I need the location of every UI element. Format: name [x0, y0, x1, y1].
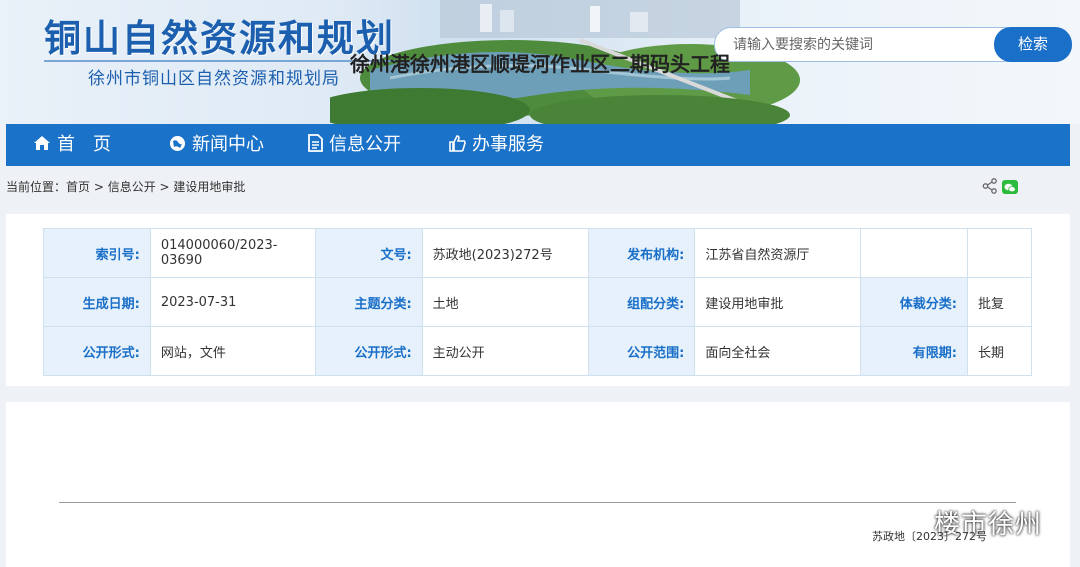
meta-label: 生成日期:: [43, 277, 151, 327]
document-icon: [308, 134, 323, 152]
meta-empty-cell: [966, 228, 1033, 278]
breadcrumb-info-public[interactable]: 信息公开: [108, 180, 156, 194]
share-icon[interactable]: [982, 178, 998, 194]
meta-value: 苏政地(2023)272号: [421, 228, 589, 278]
meta-value: 2023-07-31: [149, 277, 316, 327]
meta-label: 公开形式:: [43, 326, 151, 376]
title-divider: [59, 502, 1016, 503]
meta-value: 江苏省自然资源厅: [694, 228, 862, 278]
meta-label: 体裁分类:: [860, 277, 968, 327]
meta-label: 组配分类:: [587, 277, 696, 327]
thumbs-up-icon: [449, 134, 466, 152]
meta-empty-cell: [860, 228, 968, 278]
meta-label: 主题分类:: [314, 277, 423, 327]
breadcrumb: 当前位置：首页 > 信息公开 > 建设用地审批: [6, 178, 245, 195]
table-row: 生成日期: 2023-07-31 主题分类: 土地 组配分类: 建设用地审批 体…: [43, 277, 1033, 327]
nav-label: 信息公开: [329, 134, 401, 155]
meta-value: 土地: [421, 277, 589, 327]
nav-label: 首 页: [57, 134, 111, 155]
meta-label: 公开范围:: [587, 326, 696, 376]
meta-value: 建设用地审批: [694, 277, 862, 327]
meta-value: 网站，文件: [149, 326, 316, 376]
meta-value: 长期: [966, 326, 1033, 376]
wechat-icon[interactable]: [1002, 180, 1018, 194]
breadcrumb-prefix: 当前位置：: [6, 180, 67, 194]
nav-label: 办事服务: [472, 134, 544, 155]
meta-label: 公开形式:: [314, 326, 423, 376]
breadcrumb-home[interactable]: 首页: [66, 180, 90, 194]
globe-icon: [170, 135, 185, 151]
nav-item-home[interactable]: 首 页: [33, 124, 111, 166]
meta-value: 批复: [966, 277, 1033, 327]
metadata-card: 索引号: 014000060/2023-03690 文号: 苏政地(2023)2…: [6, 214, 1070, 386]
nav-item-news[interactable]: 新闻中心: [169, 124, 264, 166]
breadcrumb-current: 建设用地审批: [173, 180, 246, 194]
meta-label: 发布机构:: [587, 228, 696, 278]
meta-label: 索引号:: [43, 228, 151, 278]
home-icon: [34, 136, 50, 150]
nav-item-info-public[interactable]: 信息公开: [308, 124, 401, 166]
meta-label: 文号:: [314, 228, 423, 278]
table-row: 索引号: 014000060/2023-03690 文号: 苏政地(2023)2…: [43, 228, 1033, 278]
meta-value: 014000060/2023-03690: [149, 228, 316, 278]
table-row: 公开形式: 网站，文件 公开形式: 主动公开 公开范围: 面向全社会 有限期: …: [43, 326, 1033, 376]
meta-value: 面向全社会: [694, 326, 862, 376]
breadcrumb-sep: >: [90, 180, 108, 194]
nav-item-services[interactable]: 办事服务: [449, 124, 544, 166]
main-nav: 首 页 新闻中心 信息公开 办事服务: [6, 124, 1070, 166]
metadata-table: 索引号: 014000060/2023-03690 文号: 苏政地(2023)2…: [43, 228, 1033, 376]
meta-label: 有限期:: [860, 326, 968, 376]
breadcrumb-sep: >: [155, 180, 174, 194]
document-title: 徐州港徐州港区顺堤河作业区二期码头工程: [350, 52, 730, 76]
document-number: 苏政地〔2023〕272号: [872, 530, 987, 543]
nav-label: 新闻中心: [192, 134, 264, 155]
meta-value: 主动公开: [421, 326, 589, 376]
